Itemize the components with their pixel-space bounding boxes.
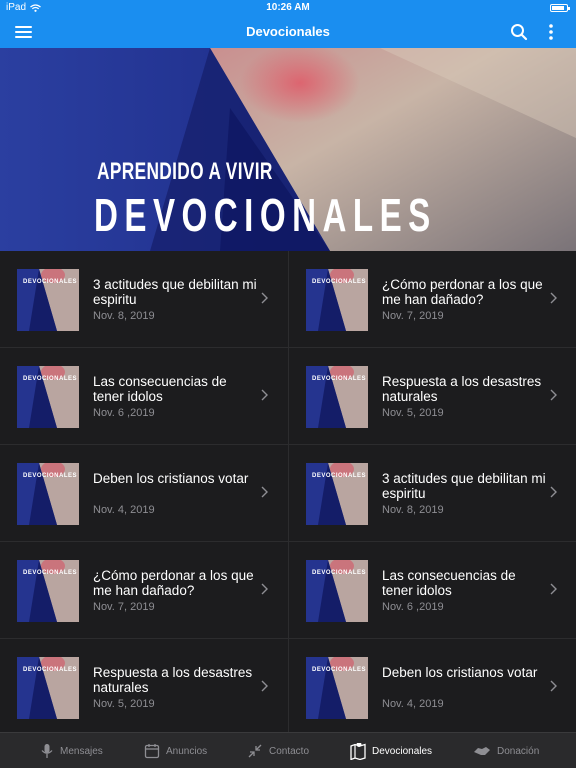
devotional-thumbnail: DEVOCIONALES	[306, 463, 368, 525]
handshake-icon	[474, 747, 490, 755]
item-date: Nov. 5, 2019	[93, 698, 155, 710]
devotional-thumbnail: DEVOCIONALES	[306, 269, 368, 331]
devotional-thumbnail: DEVOCIONALES	[17, 269, 79, 331]
list-item[interactable]: DEVOCIONALES Deben los cristianos votar …	[0, 445, 288, 542]
tab-label: Contacto	[269, 745, 310, 757]
tab-label: Anuncios	[166, 745, 208, 757]
battery-fill	[552, 6, 564, 10]
devotional-thumbnail: DEVOCIONALES	[306, 657, 368, 719]
compress-arrows-icon	[248, 744, 262, 758]
hero-kicker: APRENDIDO A VIVIR	[97, 158, 273, 185]
chevron-right-icon	[550, 389, 557, 401]
tab-contacto[interactable]: Contacto	[247, 733, 309, 768]
chevron-right-icon	[261, 583, 268, 595]
chevron-right-icon	[261, 292, 268, 304]
devotional-thumbnail: DEVOCIONALES	[17, 560, 79, 622]
item-title: Las consecuencias de tener idolos	[382, 568, 516, 598]
list-item[interactable]: DEVOCIONALES 3 actitudes que debilitan m…	[0, 251, 288, 348]
item-title: Las consecuencias de tener idolos	[93, 374, 227, 404]
chevron-right-icon	[261, 486, 268, 498]
list-item[interactable]: DEVOCIONALES 3 actitudes que debilitan m…	[288, 445, 576, 542]
item-date: Nov. 6 ,2019	[382, 601, 444, 613]
item-title: Respuesta a los desastres naturales	[382, 374, 542, 404]
devotional-thumbnail: DEVOCIONALES	[306, 560, 368, 622]
list-item[interactable]: DEVOCIONALES ¿Cómo perdonar a los que me…	[0, 542, 288, 639]
tab-mensajes[interactable]: Mensajes	[40, 733, 103, 768]
list-item[interactable]: DEVOCIONALES Respuesta a los desastres n…	[0, 639, 288, 732]
battery-icon	[550, 4, 570, 12]
calendar-icon	[144, 744, 160, 759]
devotionals-grid: DEVOCIONALES 3 actitudes que debilitan m…	[0, 251, 576, 732]
list-item[interactable]: DEVOCIONALES Las consecuencias de tener …	[288, 542, 576, 639]
status-time: 10:26 AM	[266, 2, 310, 13]
item-title: ¿Cómo perdonar a los que me han dañado?	[382, 277, 543, 307]
item-title: 3 actitudes que debilitan mi espiritu	[382, 471, 546, 501]
page-title: Devocionales	[246, 24, 330, 39]
microphone-icon	[41, 744, 53, 758]
tab-anuncios[interactable]: Anuncios	[144, 733, 207, 768]
item-title: Deben los cristianos votar	[93, 471, 249, 486]
item-date: Nov. 6 ,2019	[93, 407, 155, 419]
status-bar: iPad 10:26 AM	[0, 0, 576, 16]
item-date: Nov. 7, 2019	[93, 601, 155, 613]
chevron-right-icon	[550, 292, 557, 304]
item-title: Deben los cristianos votar	[382, 665, 538, 680]
item-title: ¿Cómo perdonar a los que me han dañado?	[93, 568, 254, 598]
tab-bar: Mensajes Anuncios Contacto Devocionales …	[0, 732, 576, 768]
chevron-right-icon	[261, 389, 268, 401]
more-vertical-icon[interactable]	[543, 22, 559, 42]
list-item[interactable]: DEVOCIONALES ¿Cómo perdonar a los que me…	[288, 251, 576, 348]
list-item[interactable]: DEVOCIONALES Deben los cristianos votar …	[288, 639, 576, 732]
item-title: Respuesta a los desastres naturales	[93, 665, 253, 695]
map-pin-icon	[350, 742, 366, 760]
tab-devocionales[interactable]: Devocionales	[350, 733, 432, 768]
hero-title: DEVOCIONALES	[94, 189, 437, 241]
tab-label: Devocionales	[372, 745, 433, 757]
app-bar: Devocionales	[0, 16, 576, 48]
item-date: Nov. 4, 2019	[382, 698, 444, 710]
devotional-thumbnail: DEVOCIONALES	[17, 657, 79, 719]
devotional-thumbnail: DEVOCIONALES	[17, 463, 79, 525]
chevron-right-icon	[550, 486, 557, 498]
item-date: Nov. 4, 2019	[93, 504, 155, 516]
item-date: Nov. 7, 2019	[382, 310, 444, 322]
devotional-thumbnail: DEVOCIONALES	[306, 366, 368, 428]
list-item[interactable]: DEVOCIONALES Las consecuencias de tener …	[0, 348, 288, 445]
item-date: Nov. 8, 2019	[93, 310, 155, 322]
tab-donacion[interactable]: Donación	[473, 733, 539, 768]
devotional-thumbnail: DEVOCIONALES	[17, 366, 79, 428]
chevron-right-icon	[550, 583, 557, 595]
search-icon[interactable]	[509, 22, 529, 42]
tab-label: Donación	[497, 745, 540, 757]
chevron-right-icon	[261, 680, 268, 692]
chevron-right-icon	[550, 680, 557, 692]
list-item[interactable]: DEVOCIONALES Respuesta a los desastres n…	[288, 348, 576, 445]
item-title: 3 actitudes que debilitan mi espiritu	[93, 277, 257, 307]
tab-label: Mensajes	[60, 745, 103, 757]
hero-banner[interactable]: APRENDIDO A VIVIR DEVOCIONALES	[0, 48, 576, 251]
item-date: Nov. 5, 2019	[382, 407, 444, 419]
item-date: Nov. 8, 2019	[382, 504, 444, 516]
